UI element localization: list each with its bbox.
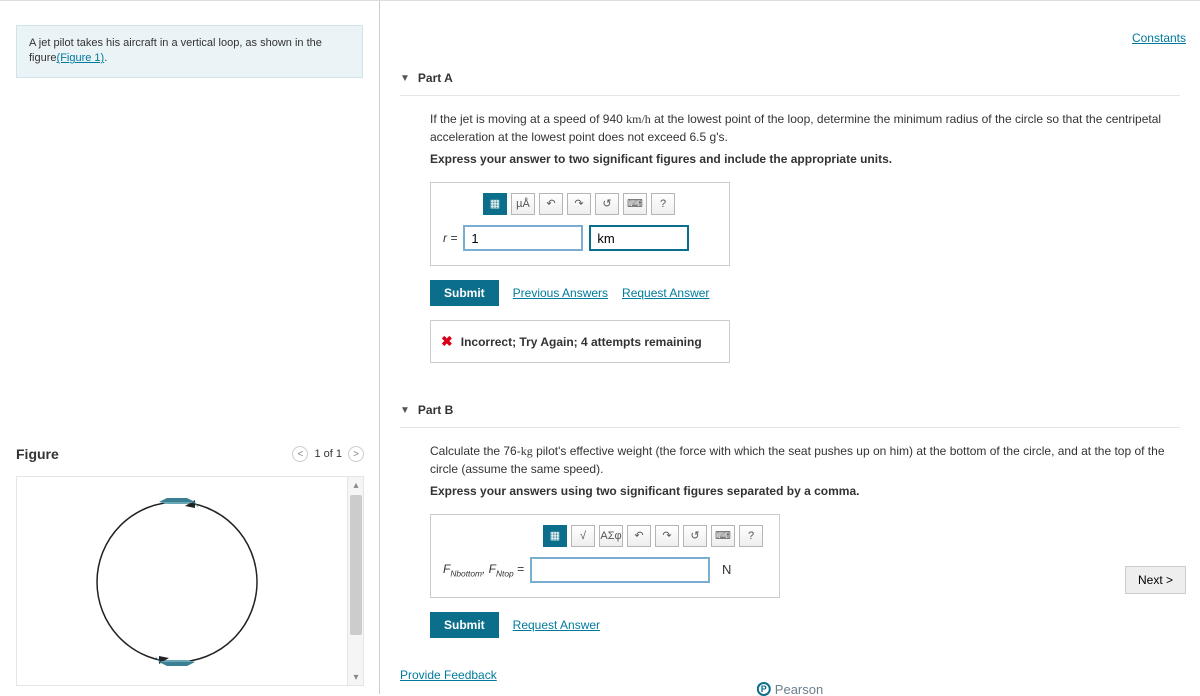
request-answer-link[interactable]: Request Answer bbox=[513, 616, 600, 634]
part-a: ▼ Part A If the jet is moving at a speed… bbox=[400, 61, 1180, 363]
reset-button[interactable]: ↺ bbox=[595, 193, 619, 215]
unit-input[interactable] bbox=[589, 225, 689, 251]
redo-button[interactable]: ↷ bbox=[567, 193, 591, 215]
part-b-toolbar: ▦ √ ΑΣφ ↶ ↷ ↺ ⌨ ? bbox=[443, 525, 767, 547]
figure-next-button[interactable]: > bbox=[348, 446, 364, 462]
part-a-header[interactable]: ▼ Part A bbox=[400, 61, 1180, 96]
redo-button[interactable]: ↷ bbox=[655, 525, 679, 547]
unit-label: N bbox=[716, 560, 731, 580]
constants-link[interactable]: Constants bbox=[1132, 31, 1186, 45]
part-b-prompt: Calculate the 76-kg pilot's effective we… bbox=[430, 442, 1180, 478]
figure-heading: Figure bbox=[16, 446, 59, 462]
part-b-answer-box: ▦ √ ΑΣφ ↶ ↷ ↺ ⌨ ? FNbottom, FNtop = N bbox=[430, 514, 780, 598]
figure-nav: < 1 of 1 > bbox=[292, 446, 364, 462]
figure-link[interactable]: (Figure 1) bbox=[57, 52, 105, 64]
part-a-instruction: Express your answer to two significant f… bbox=[430, 150, 1180, 168]
feedback-box: ✖ Incorrect; Try Again; 4 attempts remai… bbox=[430, 320, 730, 363]
keyboard-button[interactable]: ⌨ bbox=[623, 193, 647, 215]
figure-nav-label: 1 of 1 bbox=[314, 448, 342, 460]
figure-prev-button[interactable]: < bbox=[292, 446, 308, 462]
undo-button[interactable]: ↶ bbox=[539, 193, 563, 215]
part-a-prompt: If the jet is moving at a speed of 940 k… bbox=[430, 110, 1180, 146]
submit-button[interactable]: Submit bbox=[430, 280, 499, 306]
part-a-toolbar: ▦ µÅ ↶ ↷ ↺ ⌨ ? bbox=[443, 193, 717, 215]
part-a-answer-box: ▦ µÅ ↶ ↷ ↺ ⌨ ? r = bbox=[430, 182, 730, 266]
figure-header: Figure < 1 of 1 > bbox=[16, 446, 364, 462]
part-b: ▼ Part B Calculate the 76-kg pilot's eff… bbox=[400, 393, 1180, 638]
help-button[interactable]: ? bbox=[651, 193, 675, 215]
part-b-title: Part B bbox=[418, 403, 453, 417]
left-panel: A jet pilot takes his aircraft in a vert… bbox=[0, 1, 380, 694]
previous-answers-link[interactable]: Previous Answers bbox=[513, 284, 608, 302]
scroll-thumb[interactable] bbox=[350, 495, 362, 635]
feedback-text: Incorrect; Try Again; 4 attempts remaini… bbox=[461, 333, 702, 351]
provide-feedback-link[interactable]: Provide Feedback bbox=[400, 668, 1180, 682]
scroll-up-icon[interactable]: ▴ bbox=[348, 477, 364, 493]
figure-area: ▴ ▾ bbox=[16, 476, 364, 686]
part-b-header[interactable]: ▼ Part B bbox=[400, 393, 1180, 428]
variable-label: r = bbox=[443, 229, 457, 247]
next-button[interactable]: Next > bbox=[1125, 566, 1186, 594]
help-button[interactable]: ? bbox=[739, 525, 763, 547]
brand-text: Pearson bbox=[775, 682, 823, 696]
reset-button[interactable]: ↺ bbox=[683, 525, 707, 547]
pearson-logo-icon: P bbox=[757, 682, 771, 696]
scroll-down-icon[interactable]: ▾ bbox=[348, 669, 364, 685]
math-button[interactable]: √ bbox=[571, 525, 595, 547]
formula-label: FNbottom, FNtop = bbox=[443, 560, 524, 580]
value-input[interactable] bbox=[530, 557, 710, 583]
value-input[interactable] bbox=[463, 225, 583, 251]
caret-down-icon: ▼ bbox=[400, 73, 410, 84]
intro-suffix: . bbox=[104, 52, 107, 64]
part-b-instruction: Express your answers using two significa… bbox=[430, 482, 1180, 500]
right-panel: Constants ▼ Part A If the jet is moving … bbox=[380, 1, 1200, 694]
templates-button[interactable]: ▦ bbox=[543, 525, 567, 547]
units-tool-button[interactable]: µÅ bbox=[511, 193, 535, 215]
undo-button[interactable]: ↶ bbox=[627, 525, 651, 547]
problem-intro: A jet pilot takes his aircraft in a vert… bbox=[16, 25, 363, 78]
figure-scrollbar[interactable]: ▴ ▾ bbox=[347, 477, 363, 685]
request-answer-link[interactable]: Request Answer bbox=[622, 284, 709, 302]
symbols-button[interactable]: ΑΣφ bbox=[599, 525, 623, 547]
submit-button[interactable]: Submit bbox=[430, 612, 499, 638]
templates-button[interactable]: ▦ bbox=[483, 193, 507, 215]
loop-figure bbox=[77, 482, 277, 682]
keyboard-button[interactable]: ⌨ bbox=[711, 525, 735, 547]
part-a-title: Part A bbox=[418, 71, 453, 85]
incorrect-icon: ✖ bbox=[441, 331, 453, 352]
brand-footer: P Pearson bbox=[757, 682, 823, 696]
caret-down-icon: ▼ bbox=[400, 405, 410, 416]
